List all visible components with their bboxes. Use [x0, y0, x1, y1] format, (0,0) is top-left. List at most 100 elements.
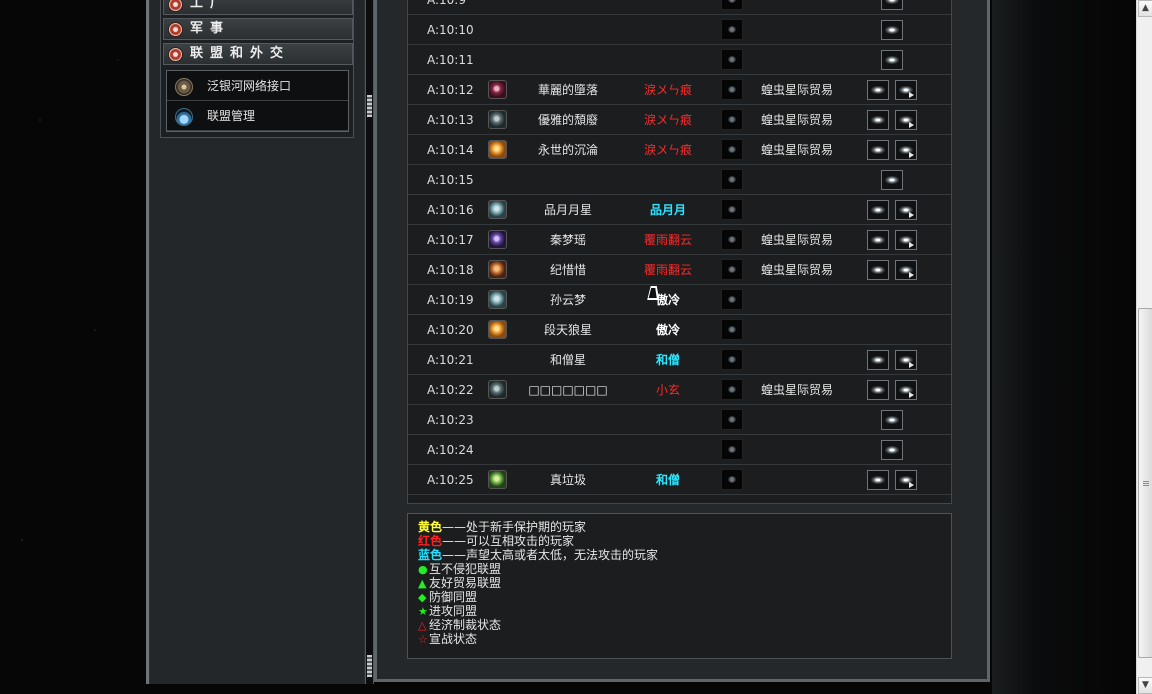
planet-icon[interactable] — [488, 470, 507, 489]
player-name[interactable]: 品月月 — [618, 195, 718, 225]
message-button[interactable] — [895, 110, 917, 130]
spy-button[interactable] — [867, 140, 889, 160]
coordinate-link[interactable]: A:10:12 — [427, 75, 474, 105]
spy-button[interactable] — [867, 260, 889, 280]
colonize-button[interactable] — [881, 0, 903, 10]
debris-field-icon[interactable] — [721, 109, 743, 130]
spy-button[interactable] — [867, 80, 889, 100]
alliance-name[interactable] — [761, 465, 881, 495]
alliance-name[interactable] — [761, 345, 881, 375]
planet-icon[interactable] — [488, 290, 507, 309]
splitter-grip-icon[interactable] — [367, 95, 372, 117]
debris-field-icon[interactable] — [721, 349, 743, 370]
scroll-thumb[interactable] — [1138, 308, 1152, 658]
message-button[interactable] — [895, 230, 917, 250]
coordinate-link[interactable]: A:10:10 — [427, 15, 474, 45]
debris-field-icon[interactable] — [721, 469, 743, 490]
player-name[interactable]: 和僧 — [618, 345, 718, 375]
message-button[interactable] — [895, 80, 917, 100]
coordinate-link[interactable]: A:10:23 — [427, 405, 474, 435]
alliance-name[interactable] — [761, 435, 881, 465]
alliance-name[interactable] — [761, 315, 881, 345]
debris-field-icon[interactable] — [721, 229, 743, 250]
coordinate-link[interactable]: A:10:25 — [427, 465, 474, 495]
message-button[interactable] — [895, 470, 917, 490]
submenu-item-alliance-management[interactable]: 联盟管理 — [167, 102, 348, 131]
message-button[interactable] — [895, 350, 917, 370]
menu-head-military[interactable]: 军事 — [163, 18, 353, 40]
alliance-name[interactable]: 蝗虫星际贸易 — [761, 135, 881, 165]
player-name[interactable]: 覆雨翻云 — [618, 255, 718, 285]
player-name[interactable] — [618, 165, 718, 195]
debris-field-icon[interactable] — [721, 379, 743, 400]
coordinate-link[interactable]: A:10:21 — [427, 345, 474, 375]
debris-field-icon[interactable] — [721, 439, 743, 460]
coordinate-link[interactable]: A:10:16 — [427, 195, 474, 225]
player-name[interactable]: 和僧 — [618, 465, 718, 495]
debris-field-icon[interactable] — [721, 139, 743, 160]
debris-field-icon[interactable] — [721, 19, 743, 40]
planet-icon[interactable] — [488, 230, 507, 249]
planet-icon[interactable] — [488, 380, 507, 399]
planet-icon[interactable] — [488, 110, 507, 129]
player-name[interactable]: 傲冷 — [618, 315, 718, 345]
message-button[interactable] — [895, 200, 917, 220]
planet-icon[interactable] — [488, 140, 507, 159]
alliance-name[interactable] — [761, 15, 881, 45]
coordinate-link[interactable]: A:10:14 — [427, 135, 474, 165]
planet-icon[interactable] — [488, 260, 507, 279]
colonize-button[interactable] — [881, 170, 903, 190]
debris-field-icon[interactable] — [721, 199, 743, 220]
alliance-name[interactable]: 蝗虫星际贸易 — [761, 105, 881, 135]
spy-button[interactable] — [867, 350, 889, 370]
planet-icon[interactable] — [488, 80, 507, 99]
debris-field-icon[interactable] — [721, 0, 743, 10]
player-name[interactable]: 淚〤ㄣ痕 — [618, 75, 718, 105]
panel-splitter[interactable] — [365, 0, 374, 684]
coordinate-link[interactable]: A:10:24 — [427, 435, 474, 465]
alliance-name[interactable]: 蝗虫星际贸易 — [761, 255, 881, 285]
debris-field-icon[interactable] — [721, 409, 743, 430]
menu-head-alliance-diplomacy[interactable]: 联盟和外交 — [163, 43, 353, 65]
player-name[interactable]: 小玄 — [618, 375, 718, 405]
planet-icon[interactable] — [488, 200, 507, 219]
coordinate-link[interactable]: A:10:13 — [427, 105, 474, 135]
page-scrollbar[interactable]: ▲ ▼ — [1136, 0, 1152, 694]
alliance-name[interactable]: 蝗虫星际贸易 — [761, 375, 881, 405]
spy-button[interactable] — [867, 470, 889, 490]
colonize-button[interactable] — [881, 20, 903, 40]
player-name[interactable] — [618, 15, 718, 45]
spy-button[interactable] — [867, 380, 889, 400]
colonize-button[interactable] — [881, 440, 903, 460]
player-name[interactable] — [618, 405, 718, 435]
message-button[interactable] — [895, 260, 917, 280]
splitter-grip-icon[interactable] — [367, 655, 372, 677]
planet-icon[interactable] — [488, 320, 507, 339]
coordinate-link[interactable]: A:10:22 — [427, 375, 474, 405]
alliance-name[interactable]: 蝗虫星际贸易 — [761, 75, 881, 105]
player-name[interactable]: 淚〤ㄣ痕 — [618, 135, 718, 165]
message-button[interactable] — [895, 140, 917, 160]
debris-field-icon[interactable] — [721, 259, 743, 280]
debris-field-icon[interactable] — [721, 319, 743, 340]
message-button[interactable] — [895, 380, 917, 400]
debris-field-icon[interactable] — [721, 49, 743, 70]
player-name[interactable] — [618, 0, 718, 15]
alliance-name[interactable] — [761, 195, 881, 225]
menu-head-factory[interactable]: 工厂 — [163, 0, 353, 15]
alliance-name[interactable] — [761, 0, 881, 15]
spy-button[interactable] — [867, 230, 889, 250]
alliance-name[interactable]: 蝗虫星际贸易 — [761, 225, 881, 255]
debris-field-icon[interactable] — [721, 169, 743, 190]
debris-field-icon[interactable] — [721, 289, 743, 310]
alliance-name[interactable] — [761, 405, 881, 435]
submenu-item-galaxy-network[interactable]: 泛银河网络接口 — [167, 72, 348, 101]
alliance-name[interactable] — [761, 165, 881, 195]
coordinate-link[interactable]: A:10:17 — [427, 225, 474, 255]
coordinate-link[interactable]: A:10:19 — [427, 285, 474, 315]
player-name[interactable]: 傲冷 — [618, 285, 718, 315]
colonize-button[interactable] — [881, 50, 903, 70]
coordinate-link[interactable]: A:10:18 — [427, 255, 474, 285]
scroll-up-button[interactable]: ▲ — [1138, 0, 1152, 17]
coordinate-link[interactable]: A:10:9 — [427, 0, 466, 15]
